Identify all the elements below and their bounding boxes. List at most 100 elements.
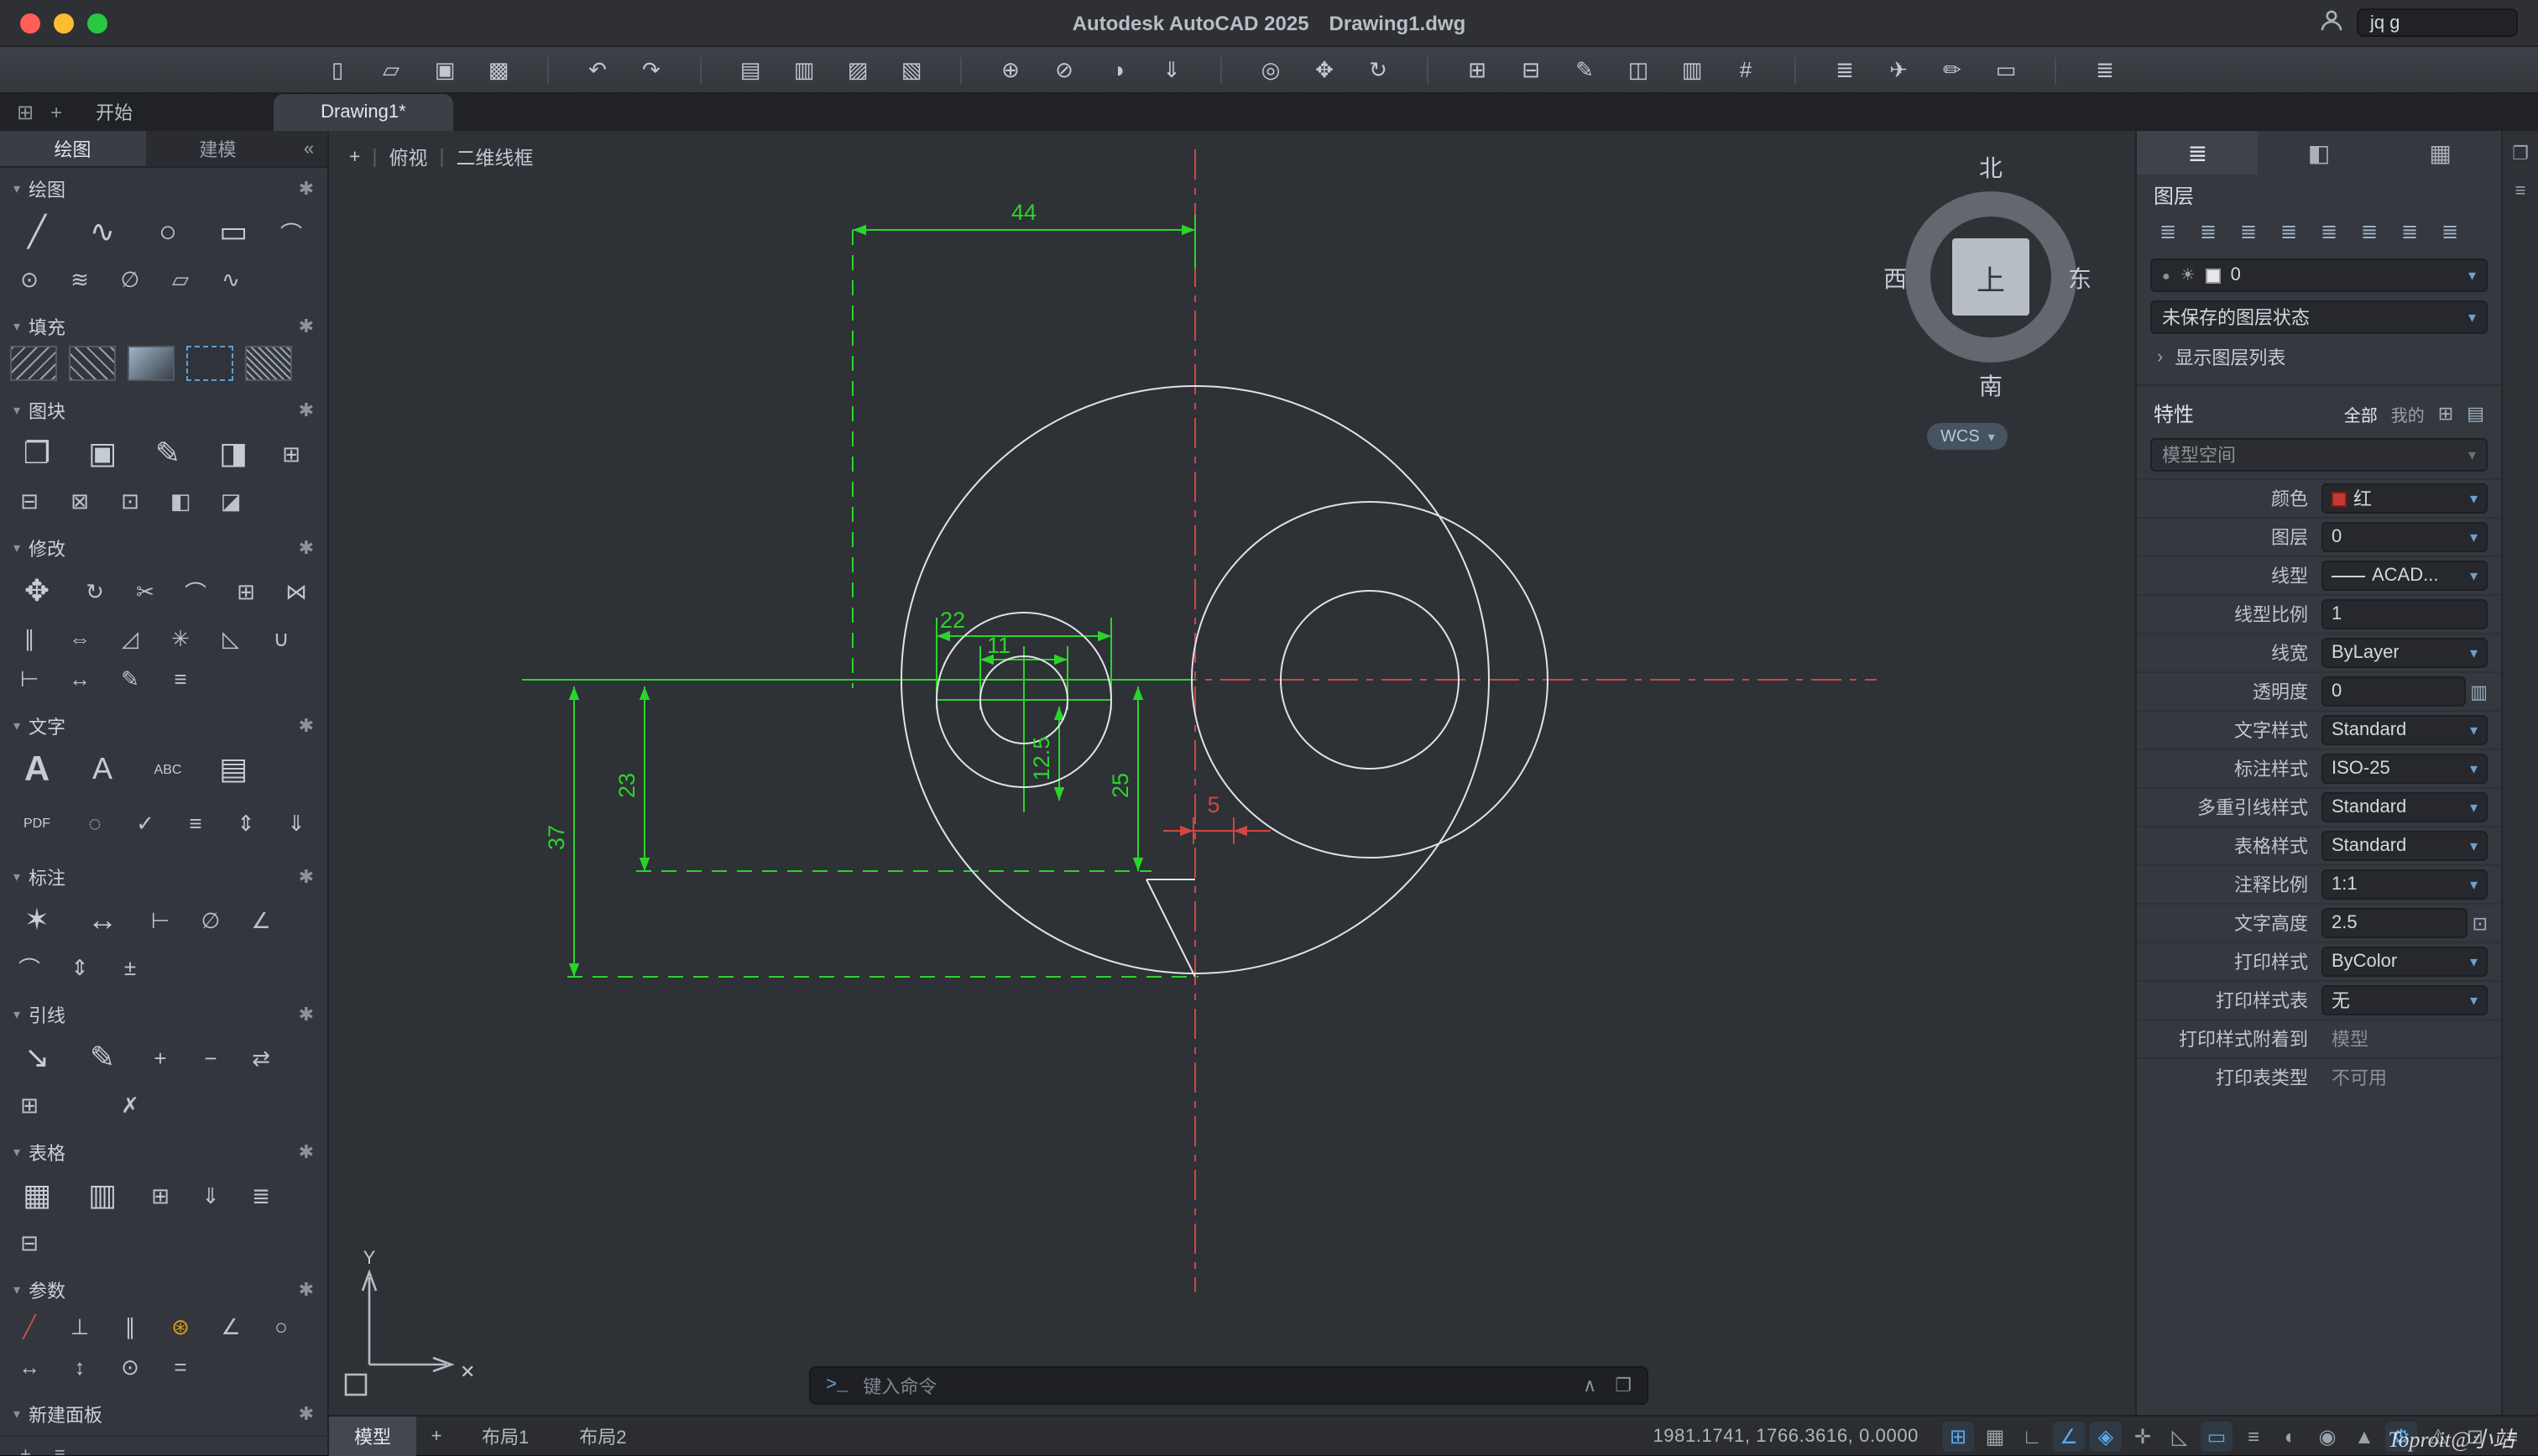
new-file-icon[interactable]: ▯ bbox=[319, 53, 356, 86]
show-layer-list-row[interactable]: › 显示图层列表 bbox=[2137, 334, 2501, 378]
offset-tool-icon[interactable]: ∥ bbox=[10, 621, 49, 656]
delete-leader-icon[interactable]: ✗ bbox=[111, 1088, 149, 1123]
viewcube-east[interactable]: 东 bbox=[2068, 262, 2092, 295]
section-new-panel-header[interactable]: ▾ 新建面板 ✱ bbox=[0, 1398, 327, 1430]
viewcube-south[interactable]: 南 bbox=[1890, 369, 2092, 403]
dynamic-ucs-icon[interactable]: ◺ bbox=[2164, 1421, 2196, 1451]
symmetric-constraint-icon[interactable] bbox=[212, 1349, 250, 1385]
block-tool1-icon[interactable]: ⊞ bbox=[272, 436, 311, 472]
linear-constraint-icon[interactable]: ╱ bbox=[10, 1309, 49, 1344]
display-settings-icon[interactable]: ▭ bbox=[1987, 53, 2024, 86]
section-leader-header[interactable]: ▾ 引线 ✱ bbox=[0, 999, 327, 1031]
section-hatch-header[interactable]: ▾ 填充 ✱ bbox=[0, 311, 327, 342]
panel-menu-icon[interactable]: ≡ bbox=[2515, 181, 2526, 201]
close-window-button[interactable] bbox=[20, 13, 40, 33]
save-as-icon[interactable]: ▩ bbox=[480, 53, 517, 86]
dim-style-dropdown[interactable]: ISO-25 ▾ bbox=[2321, 754, 2488, 784]
block-tool3-icon[interactable]: ⊠ bbox=[60, 483, 99, 519]
circle-tool-icon[interactable]: ○ bbox=[141, 208, 195, 257]
polyline-tool-icon[interactable]: ∿ bbox=[76, 208, 129, 257]
layer-dropdown[interactable]: 0 ▾ bbox=[2321, 522, 2488, 552]
plot-icon[interactable]: ▤ bbox=[732, 53, 769, 86]
dynamic-input-icon[interactable]: ▭ bbox=[2201, 1421, 2232, 1451]
minimize-window-button[interactable] bbox=[54, 13, 74, 33]
line-tool-icon[interactable]: ╱ bbox=[10, 208, 64, 257]
command-input[interactable]: 键入命令 bbox=[863, 1372, 937, 1399]
vertical-constraint-icon[interactable]: ↕ bbox=[60, 1349, 99, 1385]
ortho-toggle-icon[interactable]: ∟ bbox=[2016, 1421, 2048, 1451]
table-style-dropdown[interactable]: Standard ▾ bbox=[2321, 831, 2488, 861]
command-line[interactable]: >_ 键入命令 ∧ ❐ bbox=[809, 1366, 1648, 1405]
model-tab[interactable]: 模型 bbox=[329, 1416, 416, 1456]
customize-icon[interactable]: ≡ bbox=[2496, 1421, 2528, 1451]
transparency-slider-icon[interactable]: ▥ bbox=[2470, 681, 2488, 702]
zoom-window-icon[interactable]: ◎ bbox=[1252, 53, 1289, 86]
gradient-fill-icon[interactable] bbox=[128, 346, 175, 381]
page-setup-icon[interactable]: ▨ bbox=[839, 53, 876, 86]
diameter-dimension-icon[interactable]: ∅ bbox=[191, 903, 230, 938]
panel-list-icon[interactable]: ≡ bbox=[55, 1445, 65, 1455]
pick-height-icon[interactable]: ⊡ bbox=[2473, 912, 2488, 934]
orbit-icon[interactable]: ↻ bbox=[1360, 53, 1397, 86]
layer-lock-icon[interactable]: ≣ bbox=[2432, 217, 2468, 247]
rectangle-tool-icon[interactable]: ▭ bbox=[206, 208, 260, 257]
layer-freeze-icon[interactable]: ≣ bbox=[2352, 217, 2387, 247]
snap-toggle-icon[interactable]: ▦ bbox=[1979, 1421, 2011, 1451]
create-block-icon[interactable]: ▣ bbox=[76, 430, 129, 478]
layer-isolate-icon[interactable]: ≣ bbox=[2311, 217, 2347, 247]
angular-constraint-icon[interactable]: ∠ bbox=[212, 1309, 250, 1344]
pan-icon[interactable]: ✥ bbox=[1306, 53, 1343, 86]
tolerance-icon[interactable]: ± bbox=[111, 950, 149, 985]
tool-palettes-icon[interactable]: ▥ bbox=[1674, 53, 1710, 86]
command-clipboard-icon[interactable]: ❐ bbox=[1615, 1375, 1632, 1396]
adjust-image-icon[interactable]: ◑ bbox=[1099, 53, 1136, 86]
pdf-import-icon[interactable]: PDF bbox=[10, 799, 64, 848]
perpendicular-constraint-icon[interactable]: ⊥ bbox=[60, 1309, 99, 1344]
table-style-icon[interactable]: ≣ bbox=[242, 1178, 280, 1213]
layer-off-icon[interactable]: ≣ bbox=[2392, 217, 2427, 247]
linear-dimension-icon[interactable]: ↔ bbox=[76, 896, 129, 945]
paste-clip-icon[interactable]: ⊟ bbox=[1512, 53, 1549, 86]
block-attributes-icon[interactable]: ◨ bbox=[206, 430, 260, 478]
coincident-constraint-icon[interactable]: ⊙ bbox=[111, 1349, 149, 1385]
plot-preview-icon[interactable]: ▥ bbox=[786, 53, 822, 86]
section-options-icon[interactable]: ✱ bbox=[299, 316, 314, 337]
text-height-input[interactable]: 2.5 bbox=[2321, 908, 2468, 938]
tangent-constraint-icon[interactable]: ○ bbox=[262, 1309, 300, 1344]
multileader-tool-icon[interactable]: ↘ bbox=[10, 1034, 64, 1083]
linetype-dropdown[interactable]: ACAD... ▾ bbox=[2321, 561, 2488, 591]
transparency-toggle-icon[interactable]: ◐ bbox=[2274, 1421, 2306, 1451]
object-tracking-icon[interactable]: ✛ bbox=[2127, 1421, 2159, 1451]
mtext-tool-icon[interactable]: A bbox=[10, 745, 64, 794]
view-control-button[interactable]: 俯视 bbox=[389, 144, 427, 171]
section-draw-header[interactable]: ▾ 绘图 ✱ bbox=[0, 173, 327, 205]
transparency-input[interactable]: 0 bbox=[2321, 676, 2465, 707]
table-export-icon[interactable]: ⇓ bbox=[191, 1178, 230, 1213]
clean-screen-icon[interactable]: ⊡ bbox=[2459, 1421, 2491, 1451]
viewport-menu-button[interactable]: + bbox=[349, 148, 360, 168]
layout1-tab[interactable]: 布局1 bbox=[457, 1416, 554, 1456]
color-dropdown[interactable]: 红 ▾ bbox=[2321, 483, 2488, 514]
section-modify-header[interactable]: ▾ 修改 ✱ bbox=[0, 532, 327, 564]
text-columns-icon[interactable]: ▤ bbox=[206, 745, 260, 794]
plot-style-dropdown[interactable]: ByColor ▾ bbox=[2321, 947, 2488, 977]
section-options-icon[interactable]: ✱ bbox=[299, 537, 314, 559]
add-panel-icon[interactable]: + bbox=[20, 1445, 31, 1455]
tab-drawing1[interactable]: Drawing1* bbox=[274, 94, 453, 131]
section-parametric-header[interactable]: ▾ 参数 ✱ bbox=[0, 1274, 327, 1306]
hatch-pattern2-icon[interactable] bbox=[69, 346, 116, 381]
command-history-icon[interactable]: ∧ bbox=[1583, 1375, 1596, 1396]
import-text-icon[interactable]: ⇓ bbox=[277, 806, 316, 841]
markup-import-icon[interactable]: ✏ bbox=[1934, 53, 1971, 86]
block-tool2-icon[interactable]: ⊟ bbox=[10, 483, 49, 519]
layout2-tab[interactable]: 布局2 bbox=[554, 1416, 651, 1456]
text-style-dropdown[interactable]: Standard ▾ bbox=[2321, 715, 2488, 745]
viewcube-north[interactable]: 北 bbox=[1890, 151, 2092, 185]
workspace-switch-icon[interactable]: ⚙ bbox=[2385, 1421, 2417, 1451]
section-options-icon[interactable]: ✱ bbox=[299, 399, 314, 421]
annotation-visibility-icon[interactable]: ◉ bbox=[2311, 1421, 2343, 1451]
collect-leader-icon[interactable]: ⊞ bbox=[10, 1088, 49, 1123]
new-layer-icon[interactable]: ≣ bbox=[2191, 217, 2226, 247]
section-options-icon[interactable]: ✱ bbox=[299, 1141, 314, 1163]
section-options-icon[interactable]: ✱ bbox=[299, 178, 314, 200]
